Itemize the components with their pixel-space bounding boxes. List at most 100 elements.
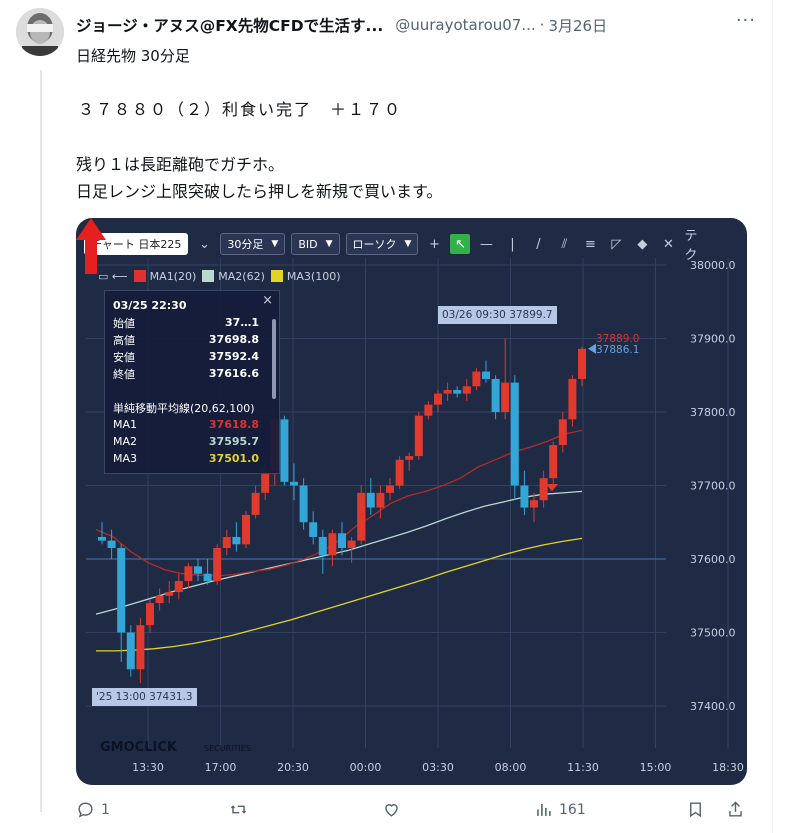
candle-body — [434, 393, 442, 405]
horizontal-line-icon[interactable]: — — [476, 234, 496, 254]
x-tick-label: 18:30 — [712, 761, 744, 774]
chart-image[interactable]: 38000.0 37900.0 37800.0 37700.0 37600.0 37500… — [76, 218, 747, 785]
tooltip-low: 安値 37592.4 — [113, 348, 271, 365]
user-handle[interactable]: @uurayotarou07... — [395, 16, 535, 34]
candle-body — [155, 595, 164, 604]
fibonacci-icon[interactable]: ≡ — [580, 234, 600, 254]
like-button[interactable] — [382, 800, 401, 819]
pointer-icon[interactable]: ↖ — [450, 234, 471, 254]
candle-body — [453, 389, 462, 394]
candle-body — [366, 492, 375, 508]
tooltip-ma2: MA2 37595.7 — [113, 433, 271, 450]
separator-dot: · — [539, 16, 545, 34]
post-text-line-2: ３７８８０（２）利食い完了 ＋１７０ — [78, 100, 403, 119]
tooltip-ma3: MA3 37501.0 — [113, 450, 271, 467]
candle-body — [520, 485, 529, 508]
parallel-line-icon[interactable]: ⫽ — [554, 234, 574, 254]
candle-body — [98, 536, 106, 541]
ma3-value: 37501.0 — [208, 452, 259, 465]
candle-body — [491, 378, 500, 412]
tooltip-close: 終値 37616.6 — [113, 365, 271, 382]
candle-body — [501, 382, 510, 412]
ma2-label: MA2 — [113, 435, 138, 448]
x-tick-label: 11:30 — [567, 761, 599, 774]
price-type-label: BID — [298, 237, 318, 251]
legend-ma3: MA3(100) — [270, 270, 341, 283]
low-label: 安値 — [113, 350, 135, 364]
legend-ma3-label: MA3(100) — [286, 270, 341, 283]
share-button[interactable] — [726, 800, 745, 819]
reply-button[interactable]: 1 — [76, 800, 110, 819]
tooltip-datetime: 03/25 22:30 — [113, 297, 271, 314]
erase-all-icon[interactable]: ✕ — [658, 234, 678, 254]
technical-menu[interactable]: テク — [684, 229, 704, 263]
candle-body — [482, 371, 490, 379]
ma1-value: 37618.8 — [208, 418, 259, 431]
candle-body — [251, 492, 260, 515]
chart-toolbar: チャート 日本225 ⌄ 30分足 ▼ BID ▼ ローソク ▼ + ↖ — | / … — [84, 229, 704, 263]
open-label: 始値 — [113, 316, 135, 330]
vertical-line-icon[interactable]: | — [502, 234, 522, 254]
views-button[interactable]: 161 — [534, 800, 586, 819]
candle-body — [280, 419, 289, 482]
views-icon — [537, 803, 551, 816]
more-options-icon[interactable]: ··· — [736, 10, 756, 31]
timeframe-label: 30分足 — [227, 238, 264, 251]
price-marker-arrow — [588, 343, 596, 354]
display-name[interactable]: ジョージ・アヌス@FX先物CFDで生活す... — [76, 14, 383, 36]
post-text-line-3: 残り１は長距離砲でガチホ。 — [76, 155, 285, 174]
ohlc-tooltip: × 03/25 22:30 始値 37…1 高値 37698.8 安値 37592.4… — [104, 290, 280, 474]
candle-body — [165, 592, 174, 596]
y-tick-label: 37800.0 — [690, 406, 736, 419]
candle-body — [107, 540, 116, 548]
chevron-down-icon[interactable]: ⌄ — [194, 234, 214, 254]
tooltip-high: 高値 37698.8 — [113, 331, 271, 348]
x-tick-label: 00:00 — [350, 761, 382, 774]
tooltip-scrollbar[interactable] — [272, 319, 276, 399]
views-count: 161 — [559, 801, 586, 818]
candle-body — [194, 566, 202, 574]
chart-style-select[interactable]: ローソク ▼ — [345, 233, 419, 255]
crosshair-icon[interactable]: + — [424, 234, 444, 254]
avatar-image — [16, 8, 64, 56]
timeframe-select[interactable]: 30分足 ▼ — [220, 233, 286, 255]
bookmark-button[interactable] — [686, 800, 705, 819]
tooltip-datetime-value: 03/25 22:30 — [113, 299, 187, 312]
high-value: 37698.8 — [208, 333, 259, 346]
low-value: 37592.4 — [208, 350, 259, 363]
legend-ma1-label: MA1(20) — [149, 270, 197, 283]
candle-body — [357, 492, 366, 541]
x-tick-label: 03:30 — [422, 761, 454, 774]
repost-icon — [230, 805, 247, 814]
legend-ma2-label: MA2(62) — [218, 270, 265, 283]
post-date[interactable]: 3月26日 — [548, 15, 607, 36]
reply-count: 1 — [101, 801, 110, 818]
trend-line-icon[interactable]: / — [528, 234, 548, 254]
tooltip-open: 始値 37…1 — [113, 314, 271, 331]
last-price-blue: 37886.1 — [596, 344, 639, 356]
fan-icon[interactable]: ◸ — [606, 234, 626, 254]
column-divider — [772, 0, 773, 833]
candle-body — [424, 404, 433, 416]
candle-body — [242, 514, 250, 545]
candle-body — [578, 348, 586, 379]
candle-body — [338, 533, 346, 548]
candle-body — [558, 419, 567, 446]
ma2-swatch — [202, 270, 215, 282]
eraser-icon[interactable]: ◆ — [632, 234, 652, 254]
avatar[interactable] — [16, 8, 64, 56]
price-type-select[interactable]: BID ▼ — [291, 233, 340, 255]
x-tick-label: 20:30 — [277, 761, 309, 774]
candle-body — [386, 485, 394, 493]
tooltip-spacer — [113, 382, 271, 399]
candle-body — [184, 566, 193, 582]
close-icon[interactable]: × — [262, 293, 273, 308]
y-tick-label: 37400.0 — [690, 700, 736, 713]
ma1-swatch — [133, 270, 146, 282]
post-text-line-4: 日足レンジ上限突破したら押しを新規で買います。 — [76, 182, 443, 201]
candle-body — [117, 547, 126, 633]
bookmark-icon — [690, 802, 701, 818]
candle-body — [462, 386, 471, 394]
repost-button[interactable] — [229, 800, 248, 819]
candle-body — [395, 459, 404, 486]
